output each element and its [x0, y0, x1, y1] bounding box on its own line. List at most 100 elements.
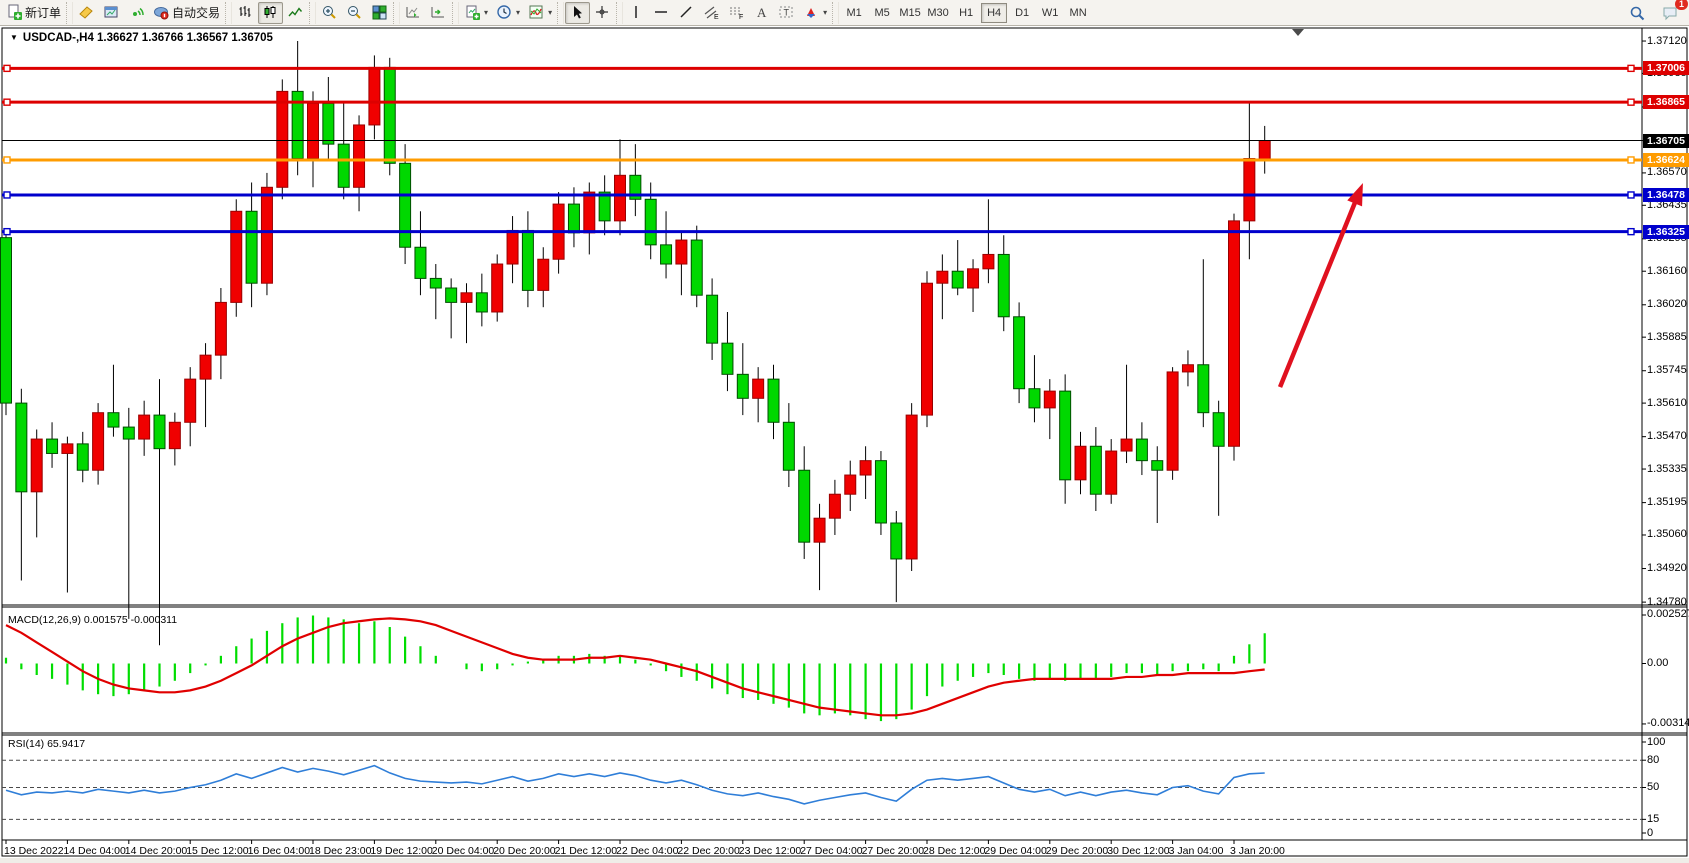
equidistant-channel-button[interactable]: E — [699, 2, 724, 24]
chart-canvas[interactable] — [0, 26, 1689, 863]
profiles-clock-button[interactable]: ▾ — [492, 2, 524, 24]
cursor-button[interactable] — [565, 2, 590, 24]
timeframe-button-m1[interactable]: M1 — [841, 3, 867, 23]
toolbar-group: ▾▾▾ — [460, 0, 556, 26]
chart-shift-icon — [430, 4, 447, 21]
bull-candle — [277, 91, 288, 187]
tile-windows-icon — [371, 4, 388, 21]
new-chart-button[interactable]: ▾ — [460, 2, 492, 24]
bull-candle — [215, 302, 226, 355]
bull-candle — [845, 475, 856, 494]
signals-button[interactable] — [124, 2, 149, 24]
line-handle[interactable] — [1628, 65, 1634, 71]
bear-candle — [154, 415, 165, 449]
timeframe-button-mn[interactable]: MN — [1065, 3, 1091, 23]
line-handle[interactable] — [1628, 229, 1634, 235]
line-handle[interactable] — [1628, 192, 1634, 198]
chart-window-button[interactable] — [99, 2, 124, 24]
price-axis-label: 1.35060 — [1647, 528, 1687, 540]
toolbar-separator — [393, 2, 400, 24]
time-axis-label: 19 Dec 12:00 — [370, 845, 432, 857]
chart-shift-button[interactable] — [426, 2, 451, 24]
line-handle[interactable] — [4, 99, 10, 105]
svg-text:E: E — [714, 14, 719, 21]
bear-candle — [1029, 389, 1040, 408]
candles-chart-icon — [262, 4, 279, 21]
line-handle[interactable] — [1628, 99, 1634, 105]
zoom-in-button[interactable] — [317, 2, 342, 24]
text-label-button[interactable]: T — [774, 2, 799, 24]
trend-arrow-line[interactable] — [1280, 200, 1356, 387]
search-button[interactable] — [1625, 2, 1650, 24]
bear-candle — [430, 278, 441, 288]
indicators-button[interactable]: ▾ — [524, 2, 556, 24]
line-handle[interactable] — [4, 65, 10, 71]
bull-candle — [538, 259, 549, 290]
bear-candle — [522, 230, 533, 290]
crosshair-button[interactable] — [590, 2, 615, 24]
auto-scroll-icon — [405, 4, 422, 21]
horizontal-line-button[interactable] — [649, 2, 674, 24]
time-axis-label: 16 Dec 04:00 — [248, 845, 310, 857]
auto-scroll-button[interactable] — [401, 2, 426, 24]
toolbar-button-label: 自动交易 — [172, 4, 220, 21]
trend-line-button[interactable] — [674, 2, 699, 24]
line-handle[interactable] — [1628, 157, 1634, 163]
new-order-icon — [6, 4, 23, 21]
zoom-out-button[interactable] — [342, 2, 367, 24]
line-handle[interactable] — [4, 192, 10, 198]
time-axis-label: 27 Dec 20:00 — [862, 845, 924, 857]
chart-shift-marker-icon[interactable] — [1292, 29, 1304, 36]
bull-candle — [231, 211, 242, 302]
bear-candle — [77, 444, 88, 470]
chart-menu-triangle-icon[interactable]: ▼ — [10, 33, 18, 42]
time-axis-label: 14 Dec 04:00 — [63, 845, 125, 857]
bear-candle — [1152, 461, 1163, 471]
crosshair-icon — [594, 4, 611, 21]
tile-windows-button[interactable] — [367, 2, 392, 24]
price-axis-label: 80 — [1647, 754, 1659, 766]
chart-window[interactable]: ▼ USDCAD-,H4 1.36627 1.36766 1.36567 1.36… — [0, 26, 1689, 863]
new-order-button[interactable]: 新订单 — [2, 2, 65, 24]
bear-candle — [415, 247, 426, 278]
fibonacci-icon: F — [728, 4, 745, 21]
horizontal-line-icon — [653, 4, 670, 21]
timeframe-button-h1[interactable]: H1 — [953, 3, 979, 23]
zoom-out-icon — [346, 4, 363, 21]
bull-candle — [983, 254, 994, 268]
price-axis-label: 1.35195 — [1647, 496, 1687, 508]
time-axis-label: 27 Dec 04:00 — [800, 845, 862, 857]
timeframe-button-m30[interactable]: M30 — [925, 3, 951, 23]
bull-candle — [615, 175, 626, 221]
bear-candle — [123, 427, 134, 439]
timeframe-button-d1[interactable]: D1 — [1009, 3, 1035, 23]
bear-candle — [323, 103, 334, 144]
fibonacci-button[interactable]: F — [724, 2, 749, 24]
line-chart-button[interactable] — [283, 2, 308, 24]
arrows-button[interactable]: ▾ — [799, 2, 831, 24]
bear-candle — [246, 211, 257, 283]
bars-chart-icon — [237, 4, 254, 21]
vertical-line-button[interactable] — [624, 2, 649, 24]
cursor-icon — [569, 4, 586, 21]
toolbar-group — [317, 0, 392, 26]
timeframe-button-m15[interactable]: M15 — [897, 3, 923, 23]
time-axis-label: 14 Dec 20:00 — [125, 845, 187, 857]
line-handle[interactable] — [4, 157, 10, 163]
candles-chart-button[interactable] — [258, 2, 283, 24]
price-axis-label: 1.35885 — [1647, 331, 1687, 343]
autotrading-button[interactable]: 自动交易 — [149, 2, 224, 24]
timeframe-button-m5[interactable]: M5 — [869, 3, 895, 23]
bear-candle — [799, 470, 810, 542]
bull-candle — [62, 444, 73, 454]
market-watch-button[interactable] — [74, 2, 99, 24]
line-handle[interactable] — [4, 229, 10, 235]
timeframe-button-h4[interactable]: H4 — [981, 3, 1007, 23]
bars-chart-button[interactable] — [233, 2, 258, 24]
svg-text:T: T — [784, 8, 790, 18]
timeframe-button-w1[interactable]: W1 — [1037, 3, 1063, 23]
text-button[interactable]: A — [749, 2, 774, 24]
chat-button[interactable]: 1 — [1658, 2, 1683, 24]
new-chart-icon — [464, 4, 481, 21]
chart-title-text: USDCAD-,H4 1.36627 1.36766 1.36567 1.367… — [23, 32, 273, 44]
